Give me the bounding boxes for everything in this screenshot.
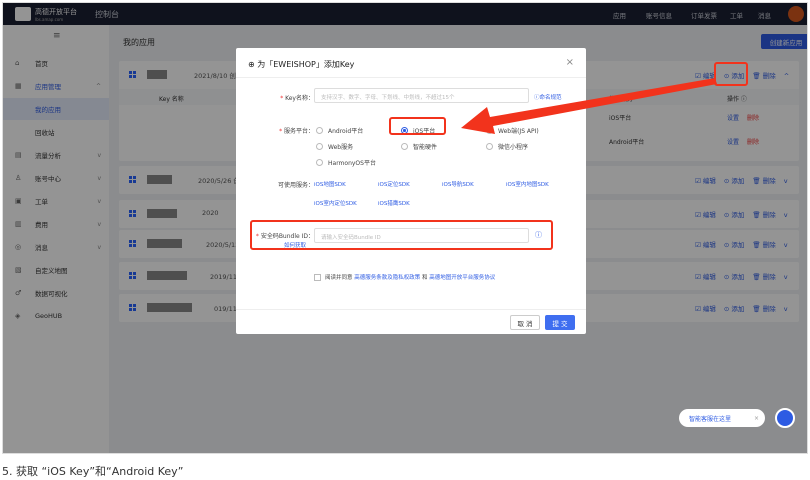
chat-bubble[interactable]: 智能客服在这里 ×: [679, 409, 765, 427]
arrow-shape: [461, 78, 717, 134]
close-icon[interactable]: ×: [754, 415, 759, 422]
red-arrow: [461, 78, 717, 134]
screenshot: 高德开放平台 lbs.amap.com 控制台 应用 账号信息 订单发票 工单 消…: [2, 2, 808, 454]
chat-text: 智能客服在这里: [689, 415, 732, 423]
caption: 5. 获取 “iOS Key”和“Android Key”: [2, 465, 184, 478]
chat-bot-icon[interactable]: [775, 408, 795, 428]
